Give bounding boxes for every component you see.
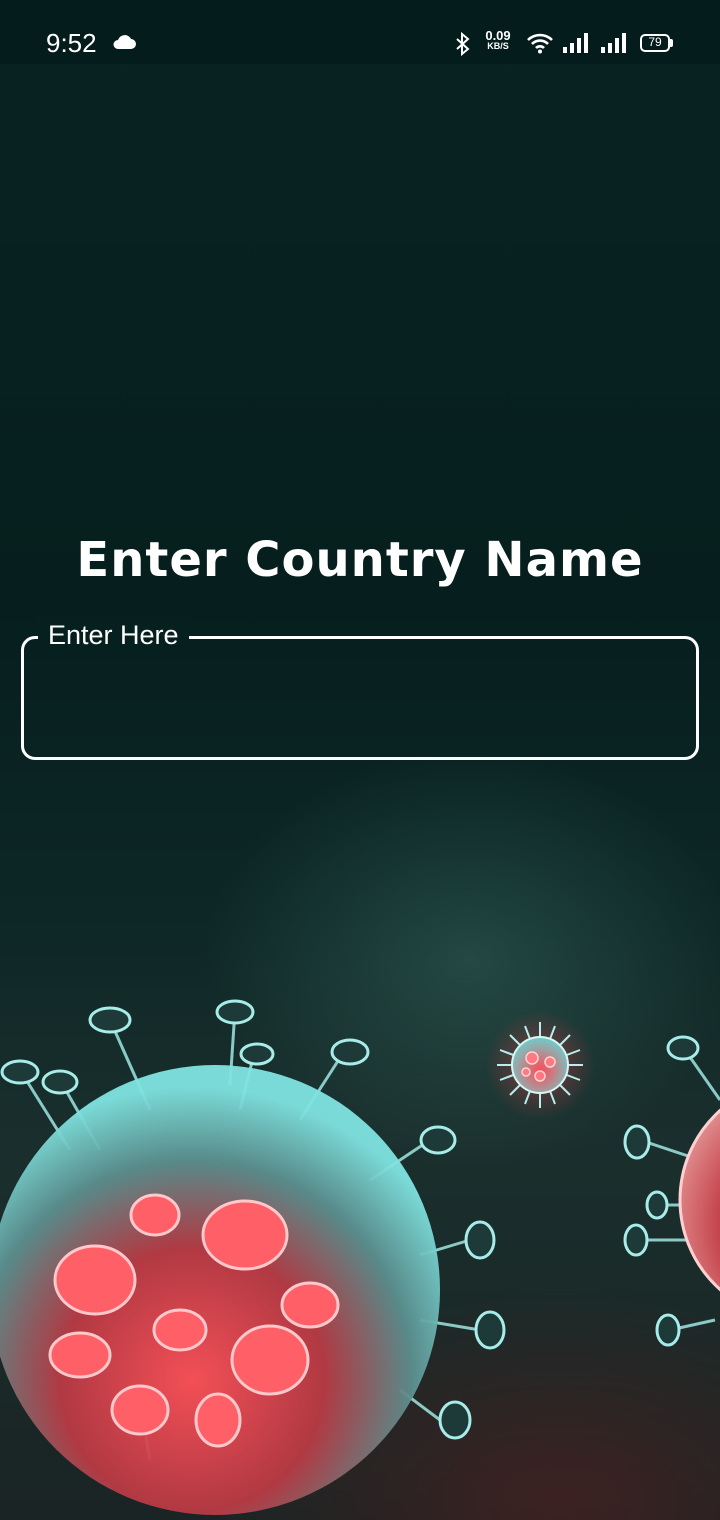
bluetooth-icon: [454, 31, 472, 60]
signal-icon: [562, 32, 590, 58]
status-time: 9:52: [46, 28, 97, 58]
signal-icon: [600, 32, 628, 58]
country-input-field[interactable]: Enter Here: [21, 617, 699, 760]
battery-level: 79: [648, 35, 662, 49]
country-input[interactable]: [24, 639, 696, 757]
network-speed-value: 0.09: [485, 28, 511, 43]
network-speed: 0.09 KB/S: [480, 28, 516, 52]
screen: 9:52 0.09 KB/S 79 Enter Country Name Ent…: [0, 0, 720, 1520]
page-title: Enter Country Name: [76, 532, 644, 588]
virus-illustration: [0, 999, 720, 1515]
battery-icon: 79: [640, 34, 674, 52]
cloud-icon: [112, 34, 136, 54]
wifi-icon: [526, 32, 554, 58]
status-bar: 9:52 0.09 KB/S 79: [0, 0, 720, 64]
